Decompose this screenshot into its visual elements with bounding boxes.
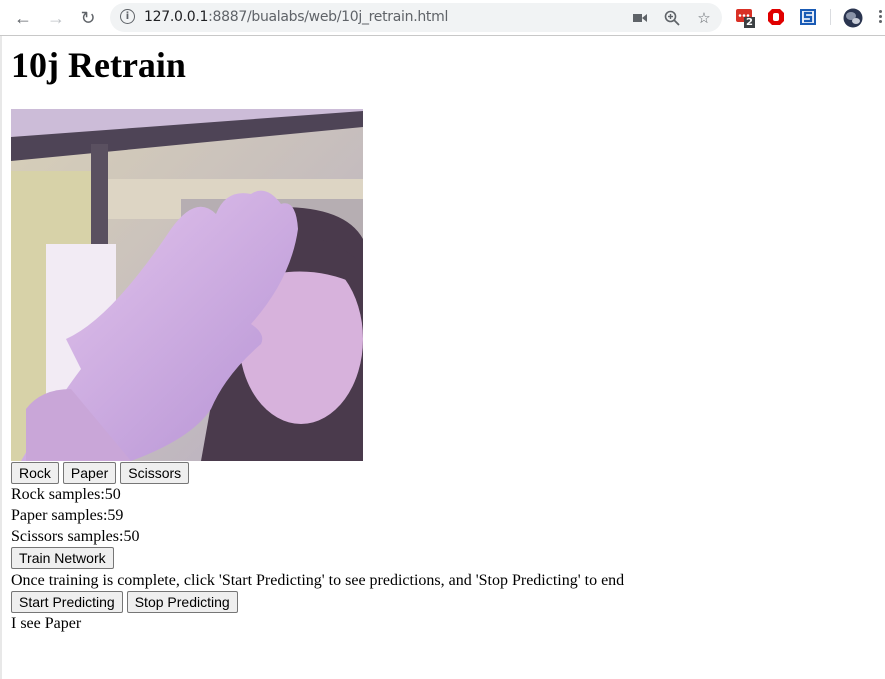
- extension-s-icon[interactable]: [799, 8, 817, 26]
- start-predicting-button[interactable]: Start Predicting: [11, 591, 123, 613]
- instructions-text: Once training is complete, click 'Start …: [11, 572, 625, 589]
- scissors-button[interactable]: Scissors: [120, 462, 190, 484]
- train-network-button[interactable]: Train Network: [11, 547, 114, 569]
- profile-avatar[interactable]: [843, 8, 863, 28]
- address-bar[interactable]: i 127.0.0.1:8887/bualabs/web/10j_retrain…: [110, 3, 722, 32]
- predict-buttons-row: Start Predicting Stop Predicting: [11, 591, 238, 613]
- scissors-samples-count: Scissors samples:50: [11, 528, 140, 545]
- extension-stop-icon[interactable]: [767, 8, 785, 26]
- paper-button[interactable]: Paper: [62, 462, 117, 484]
- stop-predicting-button[interactable]: Stop Predicting: [126, 591, 238, 613]
- page-title: 10j Retrain: [11, 45, 186, 85]
- browser-toolbar: ← → ↻ i 127.0.0.1:8887/bualabs/web/10j_r…: [0, 0, 885, 36]
- prediction-text: I see Paper: [11, 615, 82, 632]
- train-row: Train Network: [11, 547, 114, 569]
- forward-icon[interactable]: →: [44, 6, 68, 30]
- star-icon[interactable]: ☆: [694, 8, 714, 28]
- rock-button[interactable]: Rock: [11, 462, 59, 484]
- window-edge: [0, 36, 2, 679]
- back-icon[interactable]: ←: [11, 6, 35, 30]
- menu-icon[interactable]: [879, 10, 882, 24]
- info-icon[interactable]: i: [120, 9, 135, 24]
- reload-icon[interactable]: ↻: [76, 6, 100, 30]
- extension-red-icon[interactable]: 2: [736, 8, 755, 28]
- webcam-video: [11, 109, 363, 461]
- toolbar-divider: [830, 9, 831, 25]
- paper-samples-count: Paper samples:59: [11, 507, 124, 524]
- extension-badge: 2: [744, 17, 755, 28]
- class-buttons-row: Rock Paper Scissors: [11, 462, 190, 484]
- zoom-icon[interactable]: [662, 8, 682, 28]
- url-text[interactable]: 127.0.0.1:8887/bualabs/web/10j_retrain.h…: [144, 9, 448, 25]
- rock-samples-count: Rock samples:50: [11, 486, 121, 503]
- webcam-frame: [11, 109, 363, 461]
- camera-icon[interactable]: [630, 8, 650, 28]
